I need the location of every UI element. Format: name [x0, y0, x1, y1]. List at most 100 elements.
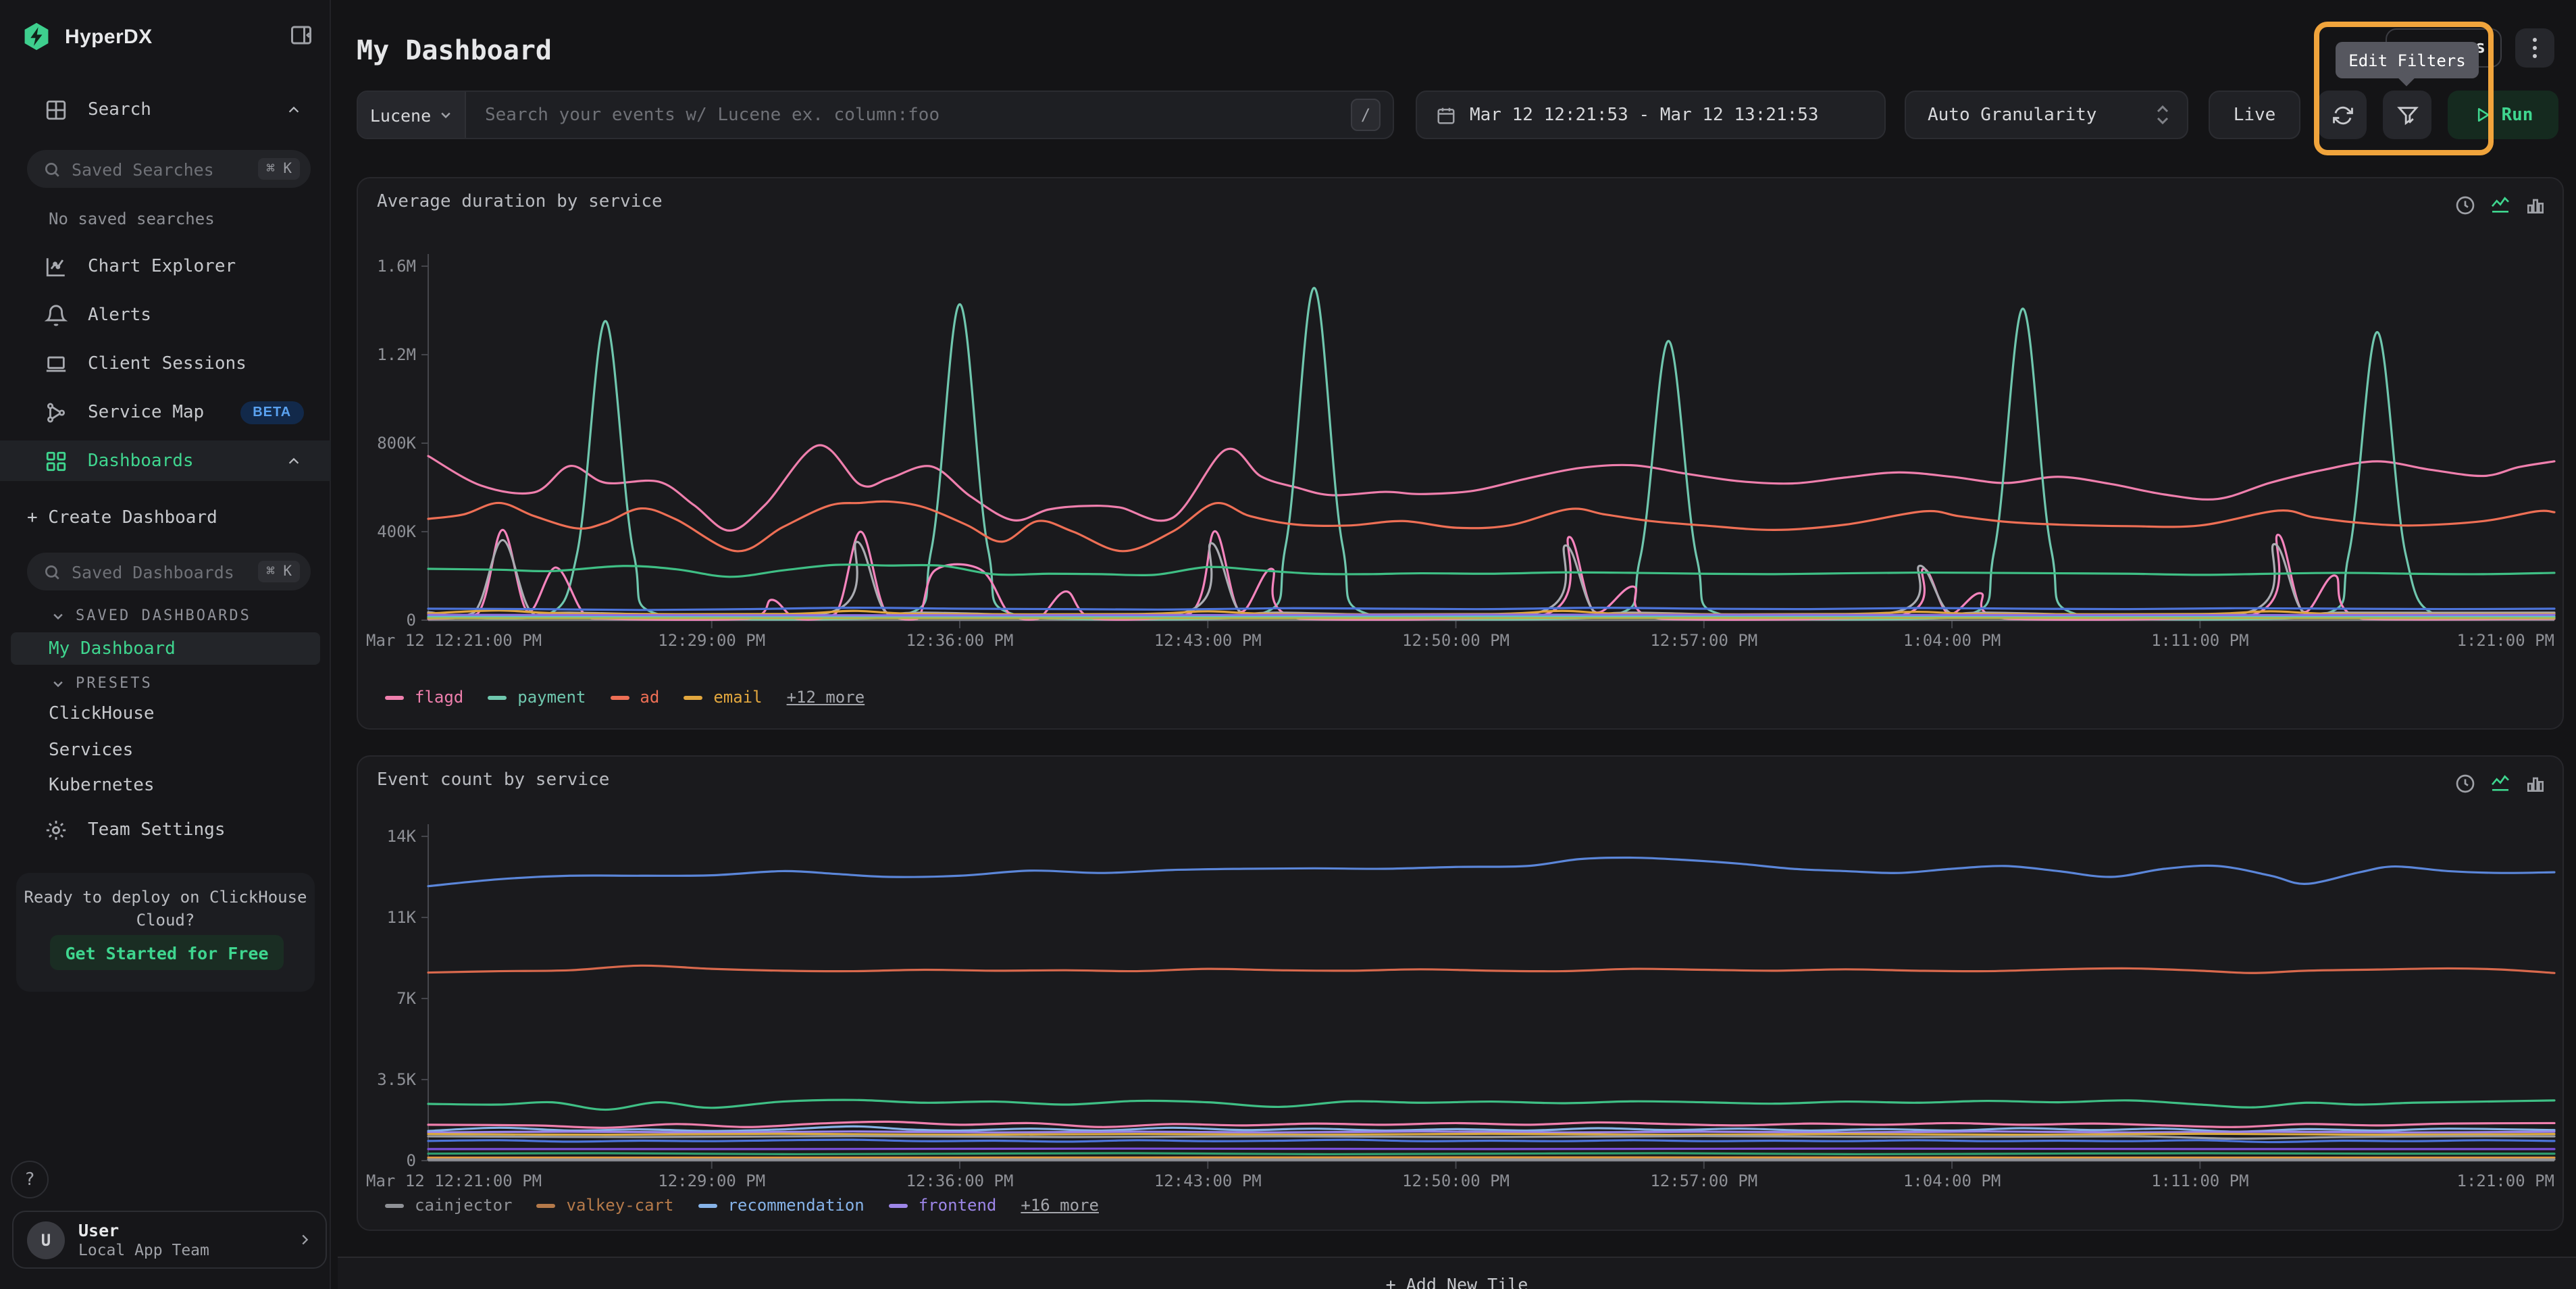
- svg-text:0: 0: [407, 1151, 416, 1170]
- svg-text:7K: 7K: [396, 989, 416, 1008]
- sidebar-item-services[interactable]: Services: [49, 740, 133, 761]
- legend-item[interactable]: recommendation: [698, 1196, 864, 1215]
- svg-text:12:43:00 PM: 12:43:00 PM: [1154, 631, 1262, 650]
- svg-text:1:11:00 PM: 1:11:00 PM: [2151, 1171, 2249, 1190]
- sidebar-item-kubernetes[interactable]: Kubernetes: [49, 776, 155, 796]
- sidebar-item-dashboards[interactable]: Dashboards: [0, 440, 331, 481]
- filter-edit-icon: [2396, 103, 2419, 126]
- svg-text:12:36:00 PM: 12:36:00 PM: [906, 631, 1014, 650]
- avatar: U: [27, 1221, 65, 1259]
- line-chart-icon[interactable]: [2490, 773, 2511, 794]
- svg-text:3.5K: 3.5K: [377, 1070, 416, 1089]
- legend-more-link[interactable]: +12 more: [787, 688, 865, 707]
- run-button[interactable]: Run: [2448, 91, 2558, 139]
- legend-item[interactable]: valkey-cart: [537, 1196, 674, 1215]
- saved-dashboards-section-header[interactable]: SAVED DASHBOARDS: [51, 607, 251, 624]
- chart-explorer-icon: [45, 255, 68, 278]
- svg-text:Mar 12 12:21:00 PM: Mar 12 12:21:00 PM: [366, 631, 542, 650]
- legend-swatch: [488, 695, 507, 699]
- hyperdx-logo-icon: [22, 22, 51, 51]
- run-label: Run: [2502, 105, 2533, 125]
- slash-key-badge: /: [1351, 99, 1381, 131]
- saved-searches-input[interactable]: ⌘ K: [27, 150, 311, 188]
- legend-item[interactable]: ad: [610, 688, 659, 707]
- create-dashboard-label: + Create Dashboard: [27, 507, 217, 528]
- search-input[interactable]: [466, 105, 1351, 125]
- legend-more-link[interactable]: +16 more: [1021, 1196, 1099, 1215]
- chevron-up-icon[interactable]: [286, 453, 301, 468]
- help-button[interactable]: ?: [11, 1161, 49, 1198]
- legend-item[interactable]: flagd: [385, 688, 463, 707]
- collapse-sidebar-icon[interactable]: [289, 23, 313, 47]
- edit-filters-tooltip: Edit Filters: [2336, 42, 2479, 78]
- get-started-button[interactable]: Get Started for Free: [50, 935, 284, 970]
- bar-chart-icon[interactable]: [2525, 195, 2546, 216]
- section-header-label: PRESETS: [76, 674, 153, 692]
- chevron-down-icon: [439, 108, 453, 122]
- sidebar-item-alerts[interactable]: Alerts: [0, 295, 331, 335]
- legend-item[interactable]: cainjector: [385, 1196, 513, 1215]
- svg-text:1:04:00 PM: 1:04:00 PM: [1903, 631, 2001, 650]
- hyperdx-app: HyperDX Search ⌘ K No saved searches Cha…: [0, 0, 2576, 1289]
- query-language-select[interactable]: Lucene: [358, 92, 466, 138]
- sidebar-item-search[interactable]: Search: [0, 89, 331, 130]
- time-settings-icon[interactable]: [2454, 773, 2476, 794]
- legend-label: recommendation: [727, 1196, 864, 1215]
- tile-event-count: Event count by service 14K11K7K3.5K0Mar …: [357, 755, 2564, 1231]
- sidebar-item-service-map[interactable]: Service Map BETA: [0, 392, 331, 432]
- sidebar-item-chart-explorer[interactable]: Chart Explorer: [0, 246, 331, 286]
- sidebar-item-my-dashboard[interactable]: My Dashboard: [11, 632, 320, 665]
- legend-swatch: [889, 1203, 908, 1207]
- chevron-up-icon[interactable]: [286, 102, 301, 117]
- dashboard-item-label: My Dashboard: [49, 638, 176, 659]
- edit-filters-button[interactable]: [2383, 91, 2431, 139]
- sidebar: HyperDX Search ⌘ K No saved searches Cha…: [0, 0, 331, 1289]
- line-chart-icon[interactable]: [2490, 195, 2511, 216]
- saved-searches-field[interactable]: [72, 159, 247, 179]
- svg-text:1:04:00 PM: 1:04:00 PM: [1903, 1171, 2001, 1190]
- date-range-picker[interactable]: Mar 12 12:21:53 - Mar 12 13:21:53: [1416, 91, 1886, 139]
- sidebar-item-clickhouse[interactable]: ClickHouse: [49, 704, 155, 724]
- chevron-right-icon: [297, 1232, 312, 1247]
- user-menu[interactable]: U User Local App Team: [12, 1211, 327, 1269]
- legend-label: email: [713, 688, 762, 707]
- legend-swatch: [610, 695, 629, 699]
- svg-text:800K: 800K: [377, 434, 416, 453]
- saved-dashboards-input[interactable]: ⌘ K: [27, 553, 311, 590]
- chart-legend: cainjector valkey-cart recommendation front…: [385, 1196, 1099, 1215]
- logo[interactable]: HyperDX: [22, 22, 153, 51]
- no-saved-searches-text: No saved searches: [49, 209, 215, 228]
- add-new-tile-button[interactable]: + Add New Tile: [338, 1257, 2576, 1289]
- legend-item[interactable]: payment: [488, 688, 586, 707]
- duration-by-service-chart[interactable]: 1.6M1.2M800K400K0Mar 12 12:21:00 PM12:29…: [366, 238, 2564, 659]
- date-range-value: Mar 12 12:21:53 - Mar 12 13:21:53: [1470, 105, 1819, 125]
- more-menu-button[interactable]: [2515, 28, 2554, 68]
- svg-text:14K: 14K: [387, 827, 417, 846]
- legend-label: cainjector: [415, 1196, 513, 1215]
- query-language-label: Lucene: [370, 105, 431, 125]
- tile-controls: [2454, 195, 2546, 216]
- sidebar-item-label: Chart Explorer: [88, 256, 236, 276]
- chevron-down-icon: [51, 609, 65, 622]
- legend-swatch: [537, 1203, 556, 1207]
- event-count-by-service-chart[interactable]: 14K11K7K3.5K0Mar 12 12:21:00 PM12:29:00 …: [366, 809, 2564, 1201]
- presets-section-header[interactable]: PRESETS: [51, 674, 153, 692]
- create-dashboard-button[interactable]: + Create Dashboard: [0, 497, 331, 538]
- sidebar-item-client-sessions[interactable]: Client Sessions: [0, 343, 331, 384]
- gear-icon: [45, 818, 68, 841]
- sidebar-item-team-settings[interactable]: Team Settings: [0, 809, 331, 850]
- svg-text:Mar 12 12:21:00 PM: Mar 12 12:21:00 PM: [366, 1171, 542, 1190]
- bar-chart-icon[interactable]: [2525, 773, 2546, 794]
- refresh-button[interactable]: [2318, 91, 2367, 139]
- legend-item[interactable]: frontend: [889, 1196, 997, 1215]
- live-button[interactable]: Live: [2209, 91, 2300, 139]
- service-map-icon: [45, 401, 68, 424]
- saved-dashboards-field[interactable]: [72, 561, 247, 582]
- time-settings-icon[interactable]: [2454, 195, 2476, 216]
- legend-item[interactable]: email: [684, 688, 762, 707]
- legend-swatch: [385, 695, 404, 699]
- user-team: Local App Team: [78, 1240, 209, 1260]
- chart-title: Average duration by service: [377, 192, 663, 212]
- legend-label: frontend: [919, 1196, 997, 1215]
- granularity-select[interactable]: Auto Granularity: [1905, 91, 2188, 139]
